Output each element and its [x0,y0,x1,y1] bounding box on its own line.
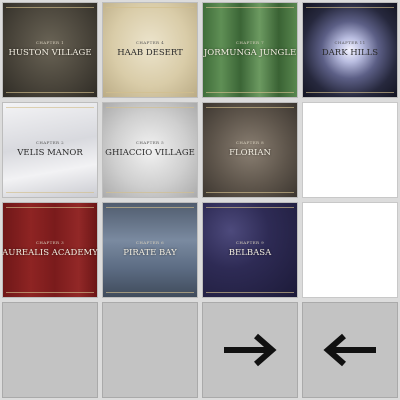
empty-slot [302,102,398,198]
chapter-tile-aurealis-academy[interactable]: Chapter 3 AUREALIS ACADEMY [2,202,98,298]
tile-border-bottom [6,92,94,93]
chapter-number: Chapter 1 [35,40,65,45]
chapter-number: Chapter 5 [135,140,165,145]
chapter-tile-dark-hills[interactable]: Chapter 11 DARK HILLS [302,2,398,98]
chapter-tile-florian[interactable]: Chapter 8 FLORIAN [202,102,298,198]
chapter-number: Chapter 6 [135,240,165,245]
chapter-title: AUREALIS ACADEMY [2,248,98,258]
chapter-title: BELBASA [228,248,272,258]
chapter-tile-jormunga-jungle[interactable]: Chapter 7 JORMUNGA JUNGLE [202,2,298,98]
tile-border-top [6,207,94,208]
arrow-right-icon [224,333,277,367]
tile-border-bottom [106,92,194,93]
tile-border-bottom [206,192,294,193]
tile-border-bottom [106,192,194,193]
tile-border-top [6,107,94,108]
empty-slot [2,302,98,398]
chapter-number: Chapter 11 [334,40,366,45]
chapter-tile-haab-desert[interactable]: Chapter 4 HAAB DESERT [102,2,198,98]
chapter-tile-velis-manor[interactable]: Chapter 2 VELIS MANOR [2,102,98,198]
chapter-title: VELIS MANOR [17,148,83,158]
chapter-tile-pirate-bay[interactable]: Chapter 6 PIRATE BAY [102,202,198,298]
chapter-number: Chapter 9 [235,240,265,245]
tile-border-bottom [6,192,94,193]
next-page-button[interactable] [202,302,298,398]
tile-border-top [106,7,194,8]
chapter-number: Chapter 7 [235,40,265,45]
arrow-left-icon [323,333,376,367]
chapter-number: Chapter 3 [35,240,65,245]
chapter-title: PIRATE BAY [123,248,177,258]
chapter-number: Chapter 4 [135,40,165,45]
tile-border-bottom [306,92,394,93]
chapter-title: FLORIAN [229,148,271,158]
chapter-select-grid: Chapter 1 HUSTON VILLAGE Chapter 4 HAAB … [0,0,400,400]
chapter-tile-belbasa[interactable]: Chapter 9 BELBASA [202,202,298,298]
tile-border-top [206,107,294,108]
tile-border-bottom [106,292,194,293]
tile-border-top [306,7,394,8]
chapter-title: GHIACCIO VILLAGE [105,148,195,158]
tile-border-bottom [206,92,294,93]
chapter-tile-huston-village[interactable]: Chapter 1 HUSTON VILLAGE [2,2,98,98]
chapter-number: Chapter 2 [35,140,65,145]
empty-slot [102,302,198,398]
tile-border-top [206,7,294,8]
chapter-title: DARK HILLS [321,48,379,58]
chapter-tile-ghiaccio-village[interactable]: Chapter 5 GHIACCIO VILLAGE [102,102,198,198]
tile-border-top [206,207,294,208]
chapter-title: HAAB DESERT [117,48,183,58]
tile-border-top [106,207,194,208]
tile-border-top [106,107,194,108]
chapter-title: JORMUNGA JUNGLE [203,48,297,58]
empty-slot [302,202,398,298]
tile-border-top [6,7,94,8]
previous-page-button[interactable] [302,302,398,398]
chapter-title: HUSTON VILLAGE [8,48,92,58]
chapter-number: Chapter 8 [235,140,265,145]
tile-border-bottom [6,292,94,293]
tile-border-bottom [206,292,294,293]
